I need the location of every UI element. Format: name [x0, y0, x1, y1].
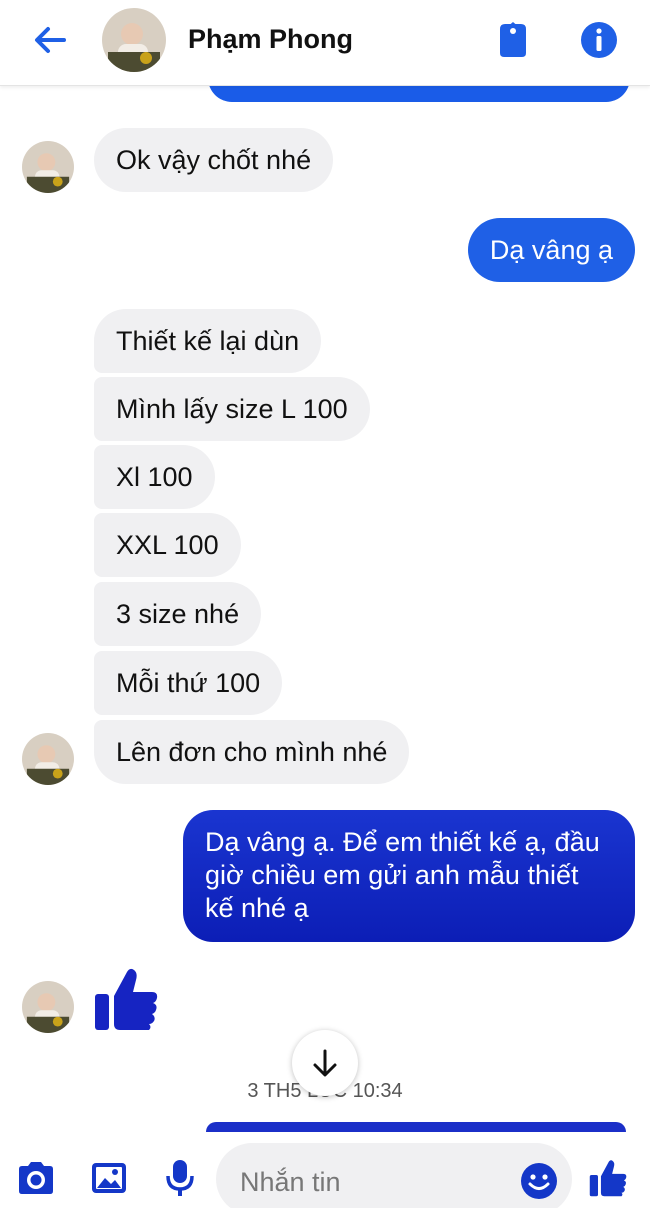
- scroll-to-bottom-button[interactable]: [292, 1030, 358, 1096]
- message-bubble-incoming[interactable]: Mình lấy size L 100: [94, 377, 370, 441]
- contact-avatar[interactable]: [102, 8, 166, 72]
- message-bubble-incoming[interactable]: XXL 100: [94, 513, 241, 577]
- message-line: giờ chiều em gửi anh mẫu thiết: [205, 860, 579, 890]
- message-bubble-outgoing[interactable]: Dạ vâng ạ. Để em thiết kế ạ, đầu giờ chi…: [183, 810, 635, 942]
- microphone-icon[interactable]: [164, 1158, 196, 1198]
- contact-avatar-small: [22, 981, 74, 1033]
- thumbs-up-icon[interactable]: [588, 1158, 628, 1198]
- camera-icon[interactable]: [16, 1160, 56, 1196]
- next-outgoing-bubble: [206, 1122, 626, 1132]
- message-bubble-incoming[interactable]: Xl 100: [94, 445, 215, 509]
- contact-avatar-small: [22, 733, 74, 785]
- message-bubble-incoming[interactable]: Mỗi thứ 100: [94, 651, 283, 715]
- message-bubble-incoming[interactable]: Thiết kế lại dùn: [94, 309, 322, 373]
- message-bubble-incoming[interactable]: Ok vậy chốt nhé: [94, 128, 334, 192]
- message-line: Dạ vâng ạ. Để em thiết kế ạ, đầu: [205, 827, 600, 857]
- image-icon[interactable]: [90, 1160, 128, 1196]
- back-arrow-icon[interactable]: [30, 20, 70, 60]
- tag-icon[interactable]: [496, 21, 530, 59]
- thumbs-up-icon[interactable]: [92, 966, 160, 1032]
- chat-header: Phạm Phong: [0, 0, 650, 86]
- contact-avatar-small: [22, 141, 74, 193]
- message-bubble-incoming[interactable]: Lên đơn cho mình nhé: [94, 720, 410, 784]
- message-input-placeholder: Nhắn tin: [240, 1167, 341, 1197]
- message-bubble-incoming[interactable]: 3 size nhé: [94, 582, 262, 646]
- message-bubble-outgoing[interactable]: Dạ vâng ạ: [467, 218, 635, 282]
- message-input[interactable]: Nhắn tin: [216, 1143, 572, 1208]
- message-line: kế nhé ạ: [205, 893, 309, 923]
- emoji-icon[interactable]: [520, 1162, 558, 1200]
- info-icon[interactable]: [580, 21, 618, 59]
- arrow-down-icon: [313, 1049, 337, 1077]
- contact-name[interactable]: Phạm Phong: [188, 24, 353, 55]
